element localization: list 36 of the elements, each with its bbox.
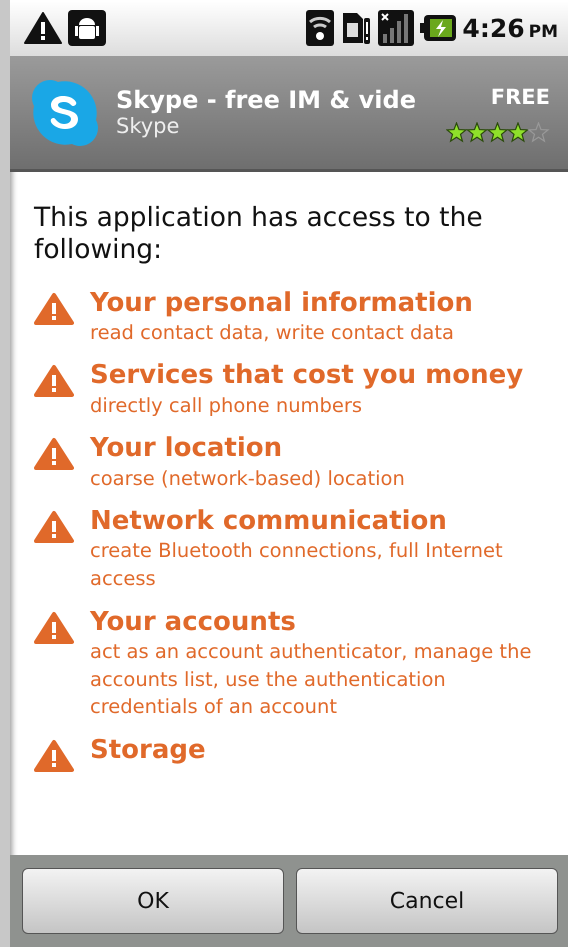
warning-icon bbox=[24, 11, 62, 45]
warning-icon bbox=[34, 364, 74, 398]
permission-description: create Bluetooth connections, full Internet access bbox=[90, 538, 504, 592]
star-icon bbox=[506, 122, 530, 142]
permission-description: read contact data, write contact data bbox=[90, 320, 455, 346]
star-icon bbox=[527, 122, 550, 142]
sim-card-icon bbox=[340, 10, 372, 46]
intro-text: This application has access to the following: bbox=[34, 202, 484, 266]
clock-text: 4:26 bbox=[462, 14, 525, 42]
android-icon bbox=[68, 10, 106, 46]
battery-icon bbox=[420, 15, 456, 41]
permission-title: Services that cost you money bbox=[90, 360, 524, 392]
cancel-button[interactable]: Cancel bbox=[296, 868, 558, 934]
star-icon bbox=[486, 122, 509, 142]
developer-name: Skype bbox=[116, 114, 180, 140]
price-label: FREE bbox=[490, 84, 550, 112]
permission-description: directly call phone numbers bbox=[90, 392, 364, 419]
permission-title: Storage bbox=[90, 735, 206, 766]
signal-icon bbox=[378, 10, 414, 46]
warning-icon bbox=[34, 610, 74, 645]
warning-icon bbox=[34, 739, 74, 774]
permission-title: Your location bbox=[90, 433, 284, 465]
app-title: Skype - free IM & vide bbox=[116, 86, 417, 114]
permission-description: coarse (network-based) location bbox=[90, 466, 405, 492]
warning-icon bbox=[34, 292, 74, 326]
ok-button[interactable]: OK bbox=[22, 868, 284, 934]
am-pm-text: PM bbox=[528, 22, 558, 42]
warning-icon bbox=[34, 437, 74, 472]
permission-title: Your accounts bbox=[90, 606, 297, 638]
permission-title: Your personal information bbox=[90, 288, 473, 319]
wifi-icon bbox=[306, 10, 334, 46]
warning-icon bbox=[34, 510, 74, 544]
permission-title: Network communication bbox=[90, 506, 448, 538]
star-icon bbox=[446, 122, 468, 142]
star-icon bbox=[466, 122, 488, 142]
permission-description: act as an account authenticator, manage the accounts list, use the authentication credentials of an account bbox=[90, 638, 532, 720]
